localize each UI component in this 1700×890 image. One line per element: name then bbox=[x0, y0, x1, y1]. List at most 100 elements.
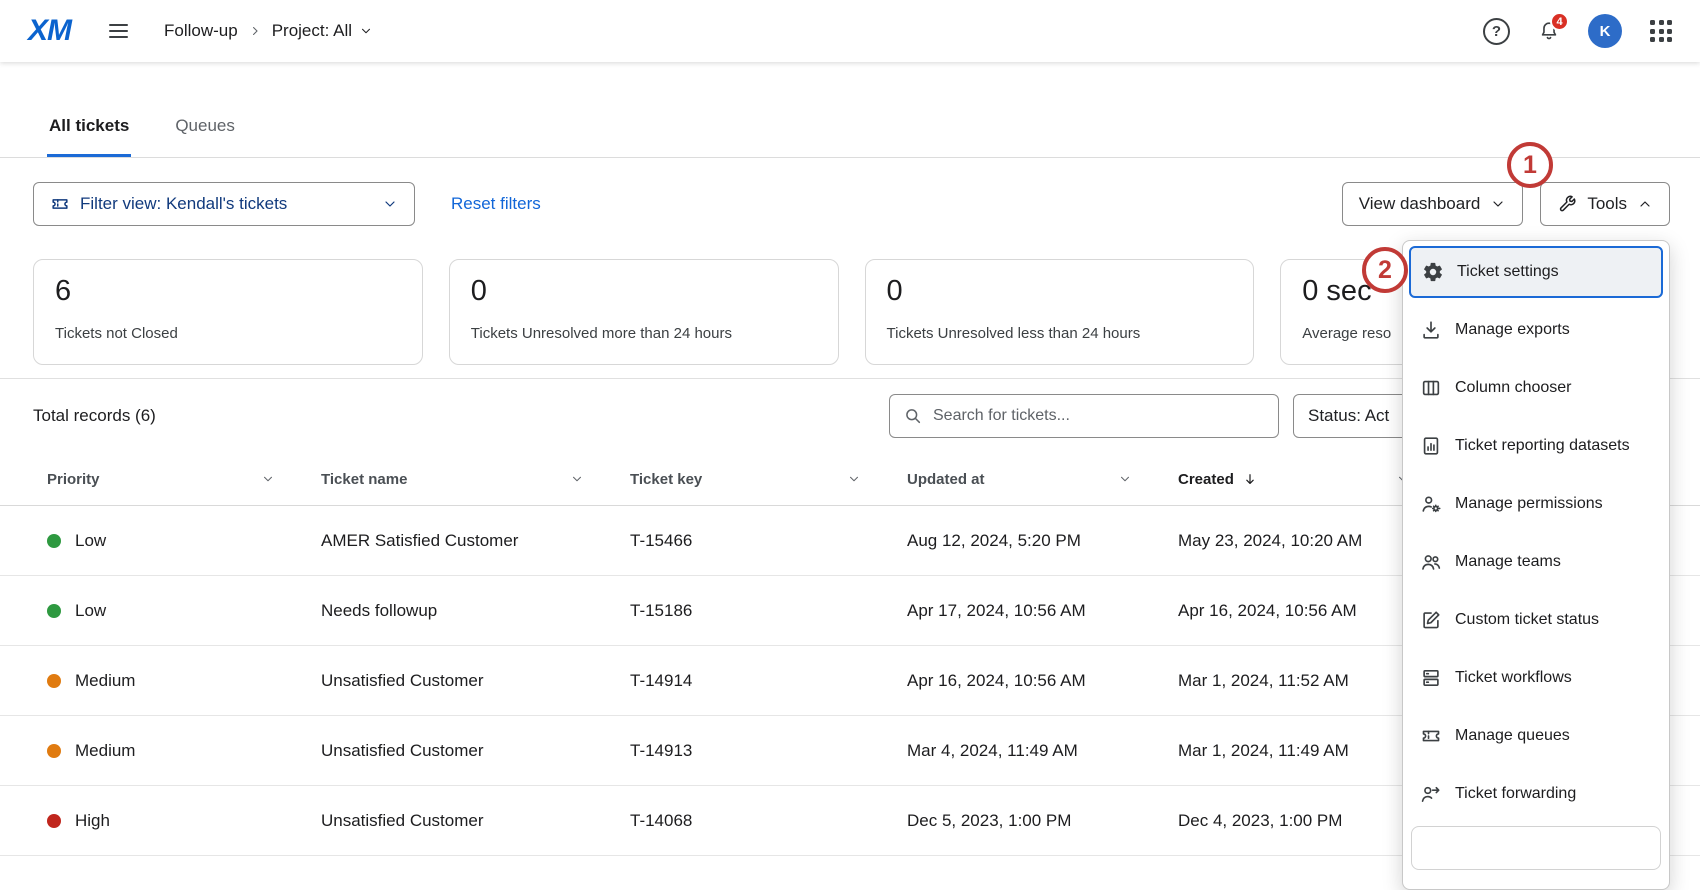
updated-at: Mar 4, 2024, 11:49 AM bbox=[907, 741, 1178, 761]
ticket-key: T-14068 bbox=[630, 811, 907, 831]
tab-queues[interactable]: Queues bbox=[173, 108, 237, 157]
total-records-label: Total records (6) bbox=[33, 406, 156, 426]
xm-logo: XM bbox=[28, 16, 71, 46]
priority-dot-high bbox=[47, 814, 61, 828]
updated-at: Dec 5, 2023, 1:00 PM bbox=[907, 811, 1178, 831]
ticket-icon bbox=[50, 194, 70, 214]
menu-item-column-chooser[interactable]: Column chooser bbox=[1409, 362, 1663, 414]
column-label: Created bbox=[1178, 471, 1234, 488]
view-dashboard-label: View dashboard bbox=[1359, 194, 1481, 214]
menu-item-label: Manage queues bbox=[1455, 727, 1570, 745]
updated-at: Apr 16, 2024, 10:56 AM bbox=[907, 671, 1178, 691]
column-header-priority[interactable]: Priority bbox=[47, 471, 321, 488]
ticket-name: Needs followup bbox=[321, 601, 630, 621]
search-input[interactable] bbox=[933, 407, 1265, 425]
column-header-updated-at[interactable]: Updated at bbox=[907, 471, 1178, 488]
ticket-name: Unsatisfied Customer bbox=[321, 741, 630, 761]
column-label: Priority bbox=[47, 471, 100, 488]
menu-item-custom-ticket-status[interactable]: Custom ticket status bbox=[1409, 594, 1663, 646]
priority-dot-medium bbox=[47, 744, 61, 758]
stat-card-unresolved-less-24h: 0 Tickets Unresolved less than 24 hours bbox=[865, 259, 1255, 365]
menu-item-label: Custom ticket status bbox=[1455, 611, 1599, 629]
stat-card-unresolved-more-24h: 0 Tickets Unresolved more than 24 hours bbox=[449, 259, 839, 365]
ticket-key: T-14913 bbox=[630, 741, 907, 761]
reset-filters-link[interactable]: Reset filters bbox=[451, 194, 541, 214]
chevron-down-icon[interactable] bbox=[1118, 472, 1132, 486]
person-arrow-icon bbox=[1420, 783, 1442, 805]
view-dashboard-button[interactable]: View dashboard bbox=[1342, 182, 1524, 226]
menu-item-ticket-settings[interactable]: Ticket settings bbox=[1409, 246, 1663, 298]
priority-value: Low bbox=[75, 601, 106, 621]
menu-item-label: Manage permissions bbox=[1455, 495, 1603, 513]
priority-value: Medium bbox=[75, 671, 135, 691]
ticket-name: Unsatisfied Customer bbox=[321, 671, 630, 691]
ticket-icon bbox=[1420, 725, 1442, 747]
columns-icon bbox=[1420, 377, 1442, 399]
project-selector-label: Project: All bbox=[272, 21, 352, 41]
menu-item-label: Manage exports bbox=[1455, 321, 1570, 339]
chevron-up-icon bbox=[1637, 196, 1653, 212]
hamburger-menu-icon[interactable] bbox=[109, 24, 128, 39]
column-label: Updated at bbox=[907, 471, 985, 488]
project-selector[interactable]: Project: All bbox=[272, 21, 373, 41]
stat-card-not-closed: 6 Tickets not Closed bbox=[33, 259, 423, 365]
menu-item-label: Ticket workflows bbox=[1455, 669, 1572, 687]
chevron-down-icon[interactable] bbox=[261, 472, 275, 486]
notification-badge: 4 bbox=[1550, 12, 1569, 31]
priority-dot-low bbox=[47, 604, 61, 618]
menu-item-manage-teams[interactable]: Manage teams bbox=[1409, 536, 1663, 588]
menu-item-ticket-reporting-datasets[interactable]: Ticket reporting datasets bbox=[1409, 420, 1663, 472]
breadcrumb-section[interactable]: Follow-up bbox=[164, 21, 238, 41]
ticket-key: T-15466 bbox=[630, 531, 907, 551]
top-bar: XM Follow-up Project: All ? 4 K bbox=[0, 0, 1700, 62]
search-icon bbox=[903, 406, 923, 426]
chevron-down-icon[interactable] bbox=[847, 472, 861, 486]
priority-value: Medium bbox=[75, 741, 135, 761]
sort-descending-icon bbox=[1242, 471, 1258, 487]
menu-item-manage-permissions[interactable]: Manage permissions bbox=[1409, 478, 1663, 530]
tab-all-tickets[interactable]: All tickets bbox=[47, 108, 131, 157]
column-label: Ticket name bbox=[321, 471, 407, 488]
updated-at: Apr 17, 2024, 10:56 AM bbox=[907, 601, 1178, 621]
annotation-step-2: 2 bbox=[1362, 247, 1408, 293]
menu-item-manage-exports[interactable]: Manage exports bbox=[1409, 304, 1663, 356]
ticket-name: AMER Satisfied Customer bbox=[321, 531, 630, 551]
stat-value: 0 bbox=[471, 275, 817, 308]
tools-button[interactable]: Tools bbox=[1540, 182, 1670, 226]
annotation-step-1: 1 bbox=[1507, 142, 1553, 188]
menu-item-label: Ticket reporting datasets bbox=[1455, 437, 1630, 455]
menu-item-ticket-workflows[interactable]: Ticket workflows bbox=[1409, 652, 1663, 704]
ticket-search bbox=[889, 394, 1279, 438]
chevron-down-icon[interactable] bbox=[570, 472, 584, 486]
stat-value: 6 bbox=[55, 275, 401, 308]
chevron-down-icon bbox=[359, 24, 373, 38]
tools-wrench-icon bbox=[1557, 194, 1577, 214]
ticket-name: Unsatisfied Customer bbox=[321, 811, 630, 831]
notifications-button[interactable]: 4 bbox=[1538, 20, 1560, 42]
filter-toolbar: Filter view: Kendall's tickets Reset fil… bbox=[33, 182, 1670, 226]
download-icon bbox=[1420, 319, 1442, 341]
avatar[interactable]: K bbox=[1588, 14, 1622, 48]
stat-label: Tickets Unresolved less than 24 hours bbox=[887, 325, 1233, 342]
stat-label: Tickets not Closed bbox=[55, 325, 401, 342]
menu-item-label: Ticket settings bbox=[1457, 263, 1559, 281]
column-header-ticket-key[interactable]: Ticket key bbox=[630, 471, 907, 488]
priority-dot-low bbox=[47, 534, 61, 548]
menu-item-label: Ticket forwarding bbox=[1455, 785, 1576, 803]
stat-label: Tickets Unresolved more than 24 hours bbox=[471, 325, 817, 342]
person-gear-icon bbox=[1420, 493, 1442, 515]
menu-item-ticket-forwarding[interactable]: Ticket forwarding bbox=[1409, 768, 1663, 820]
breadcrumb: Follow-up Project: All bbox=[164, 21, 373, 41]
column-header-ticket-name[interactable]: Ticket name bbox=[321, 471, 630, 488]
menu-item-label: Manage teams bbox=[1455, 553, 1561, 571]
status-filter-label: Status: Act bbox=[1308, 406, 1389, 426]
menu-item-label: Column chooser bbox=[1455, 379, 1572, 397]
menu-item-manage-queues[interactable]: Manage queues bbox=[1409, 710, 1663, 762]
report-chart-icon bbox=[1420, 435, 1442, 457]
filter-view-button[interactable]: Filter view: Kendall's tickets bbox=[33, 182, 415, 226]
tabs-bar: All tickets Queues bbox=[0, 62, 1700, 158]
apps-grid-icon[interactable] bbox=[1650, 20, 1672, 42]
priority-value: Low bbox=[75, 531, 106, 551]
chevron-right-icon bbox=[248, 24, 262, 38]
help-icon[interactable]: ? bbox=[1483, 18, 1510, 45]
